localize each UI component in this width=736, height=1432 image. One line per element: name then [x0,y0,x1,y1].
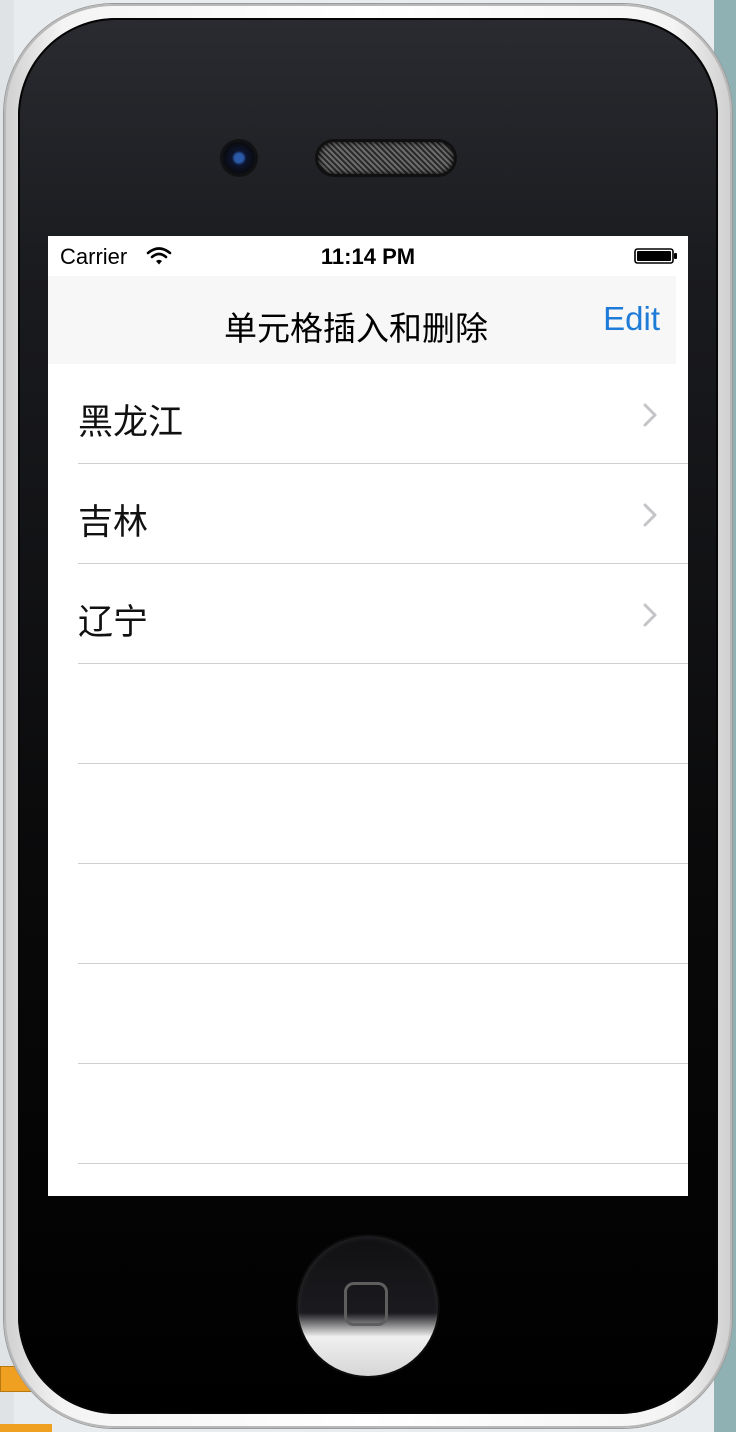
empty-table-row [48,864,688,964]
cell-label: 吉林 [78,503,149,542]
earpiece-speaker-icon [318,142,454,174]
app-screen: Carrier 11:14 PM 单元格插入和删除 Edit 黑龙江 吉林 辽宁 [48,236,688,1196]
status-time: 11:14 PM [320,244,416,269]
desktop-tag-bottom [0,1424,52,1432]
cell-label: 辽宁 [78,603,149,642]
navigation-bar: 单元格插入和删除 Edit [48,276,676,364]
table-row[interactable]: 吉林 [48,464,688,564]
empty-table-row [48,664,688,764]
battery-icon [634,248,677,264]
nav-title: 单元格插入和删除 [224,310,488,347]
table-row[interactable]: 黑龙江 [48,364,688,464]
table-view[interactable]: 黑龙江 吉林 辽宁 [48,364,688,1164]
cell-label: 黑龙江 [78,403,184,442]
chevron-right-icon [643,603,657,627]
empty-table-row [48,1064,688,1164]
front-camera-icon [222,141,256,175]
row-separator [78,1163,688,1164]
empty-table-row [48,764,688,864]
edit-button[interactable]: Edit [603,300,660,338]
table-row[interactable]: 辽宁 [48,564,688,664]
home-button-icon [344,1282,388,1326]
empty-table-row [48,964,688,1064]
status-bar: Carrier 11:14 PM [48,236,688,276]
chevron-right-icon [643,403,657,427]
chevron-right-icon [643,503,657,527]
home-button[interactable] [298,1236,438,1376]
